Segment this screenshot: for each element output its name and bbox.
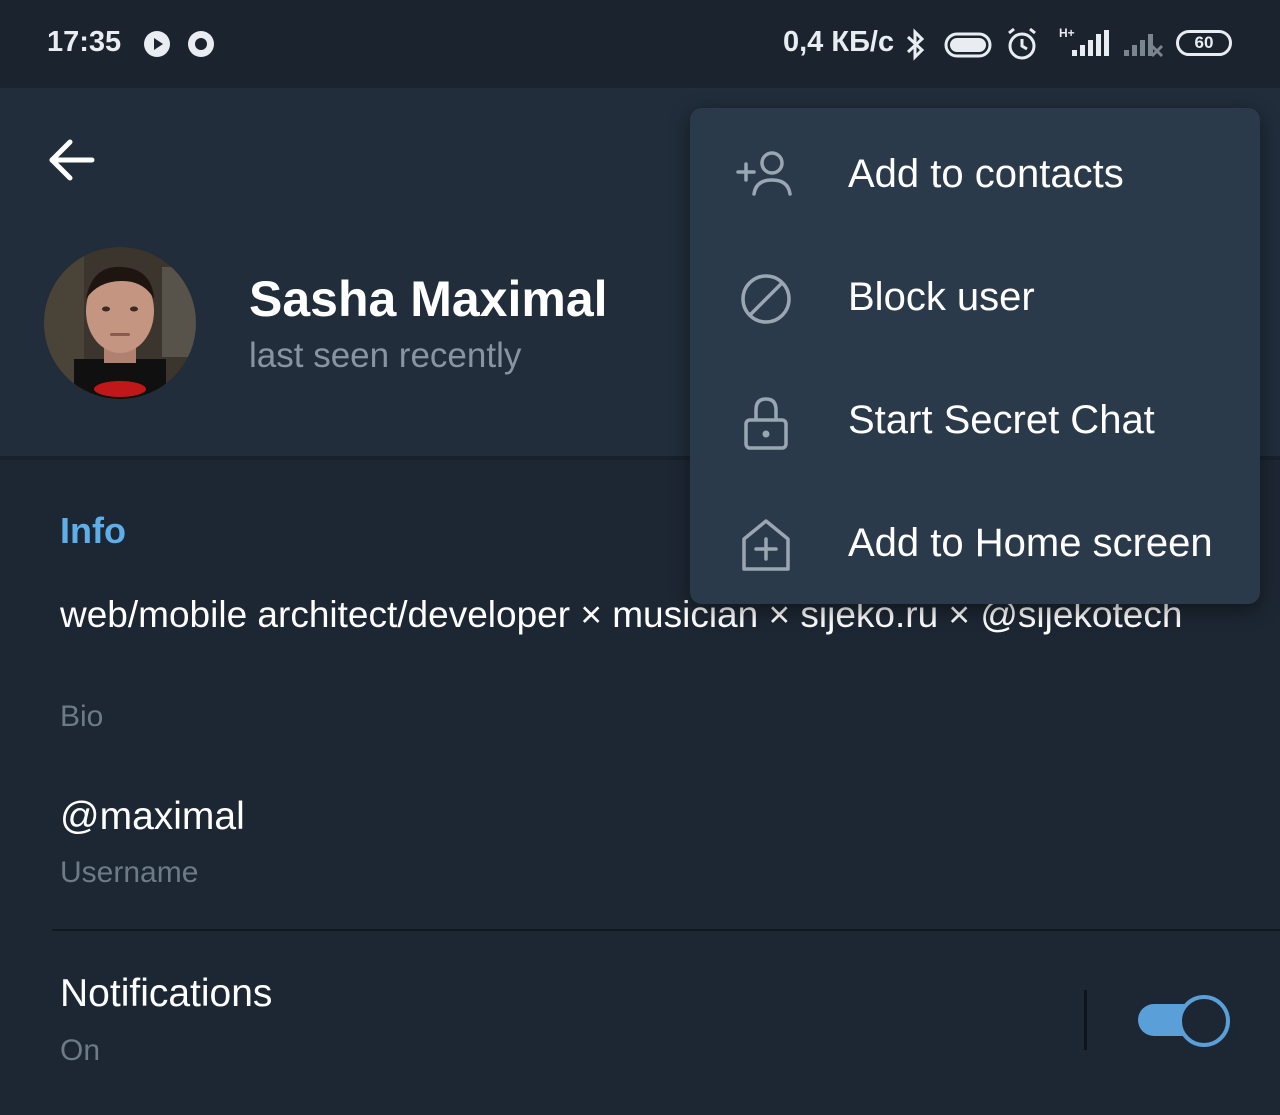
- menu-item-add-to-home-screen[interactable]: Add to Home screen: [690, 479, 1260, 602]
- profile-photo: [44, 247, 196, 399]
- username-label: Username: [60, 856, 199, 889]
- bio-label: Bio: [60, 700, 104, 733]
- notifications-separator: [1084, 990, 1087, 1050]
- signal-icon: [1072, 30, 1109, 56]
- notifications-toggle[interactable]: [1136, 994, 1230, 1047]
- menu-item-label: Add to Home screen: [848, 521, 1213, 565]
- profile-status: last seen recently: [249, 336, 522, 375]
- add-user-icon: [736, 151, 792, 196]
- back-button[interactable]: [40, 128, 104, 192]
- avatar[interactable]: [44, 247, 196, 399]
- network-speed: 0,4 КБ/с: [783, 26, 895, 58]
- menu-item-label: Block user: [848, 275, 1035, 319]
- toggle-icon: [944, 32, 992, 58]
- play-circle-icon: [144, 31, 170, 57]
- alarm-icon: [1008, 27, 1036, 60]
- profile-name: Sasha Maximal: [249, 271, 608, 327]
- username-value[interactable]: @maximal: [60, 795, 245, 839]
- add-home-icon: [742, 519, 790, 571]
- toggle-knob: [1178, 995, 1230, 1047]
- menu-item-add-to-contacts[interactable]: Add to contacts: [690, 110, 1260, 233]
- section-divider: [52, 929, 1280, 931]
- lock-icon: [744, 397, 788, 450]
- arrow-left-icon: [49, 139, 95, 181]
- menu-item-block-user[interactable]: Block user: [690, 233, 1260, 356]
- popup-menu: Add to contacts Block user Start Secret …: [690, 108, 1260, 604]
- battery-level: 60: [1194, 33, 1214, 52]
- status-bar: 17:35 0,4 КБ/с H+ 60: [0, 0, 1280, 88]
- notifications-status: On: [60, 1034, 101, 1067]
- bluetooth-icon: [906, 28, 925, 61]
- block-icon: [741, 274, 791, 324]
- signal-weak-icon: [1124, 34, 1164, 58]
- battery-icon: 60: [1176, 30, 1232, 56]
- info-section-title: Info: [60, 510, 126, 551]
- menu-item-label: Start Secret Chat: [848, 398, 1155, 442]
- status-time: 17:35: [47, 26, 122, 58]
- record-circle-icon: [188, 31, 214, 57]
- notifications-title[interactable]: Notifications: [60, 972, 272, 1016]
- menu-item-start-secret-chat[interactable]: Start Secret Chat: [690, 356, 1260, 479]
- menu-item-label: Add to contacts: [848, 152, 1124, 196]
